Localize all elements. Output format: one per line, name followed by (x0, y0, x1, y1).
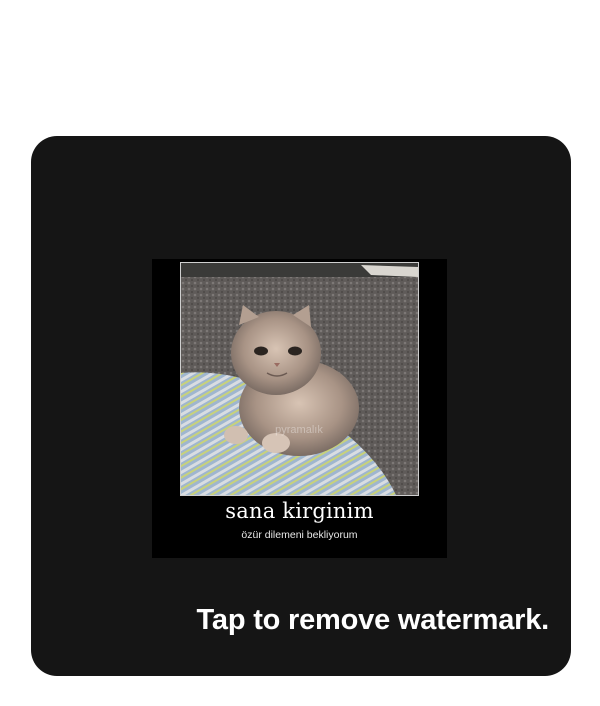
remove-watermark-link[interactable]: Tap to remove watermark. (197, 604, 550, 637)
meme-title: sana kirginim (225, 499, 374, 523)
watermark-preview-card[interactable]: pyramalık sana kirginim özür dilemeni be… (31, 136, 571, 676)
svg-text:pyramalık: pyramalık (275, 424, 323, 436)
meme-image: pyramalık sana kirginim özür dilemeni be… (152, 259, 447, 558)
meme-subtitle: özür dilemeni bekliyorum (241, 529, 358, 541)
kitten-photo: pyramalık (180, 262, 419, 496)
kitten-illustration: pyramalık (181, 263, 418, 495)
